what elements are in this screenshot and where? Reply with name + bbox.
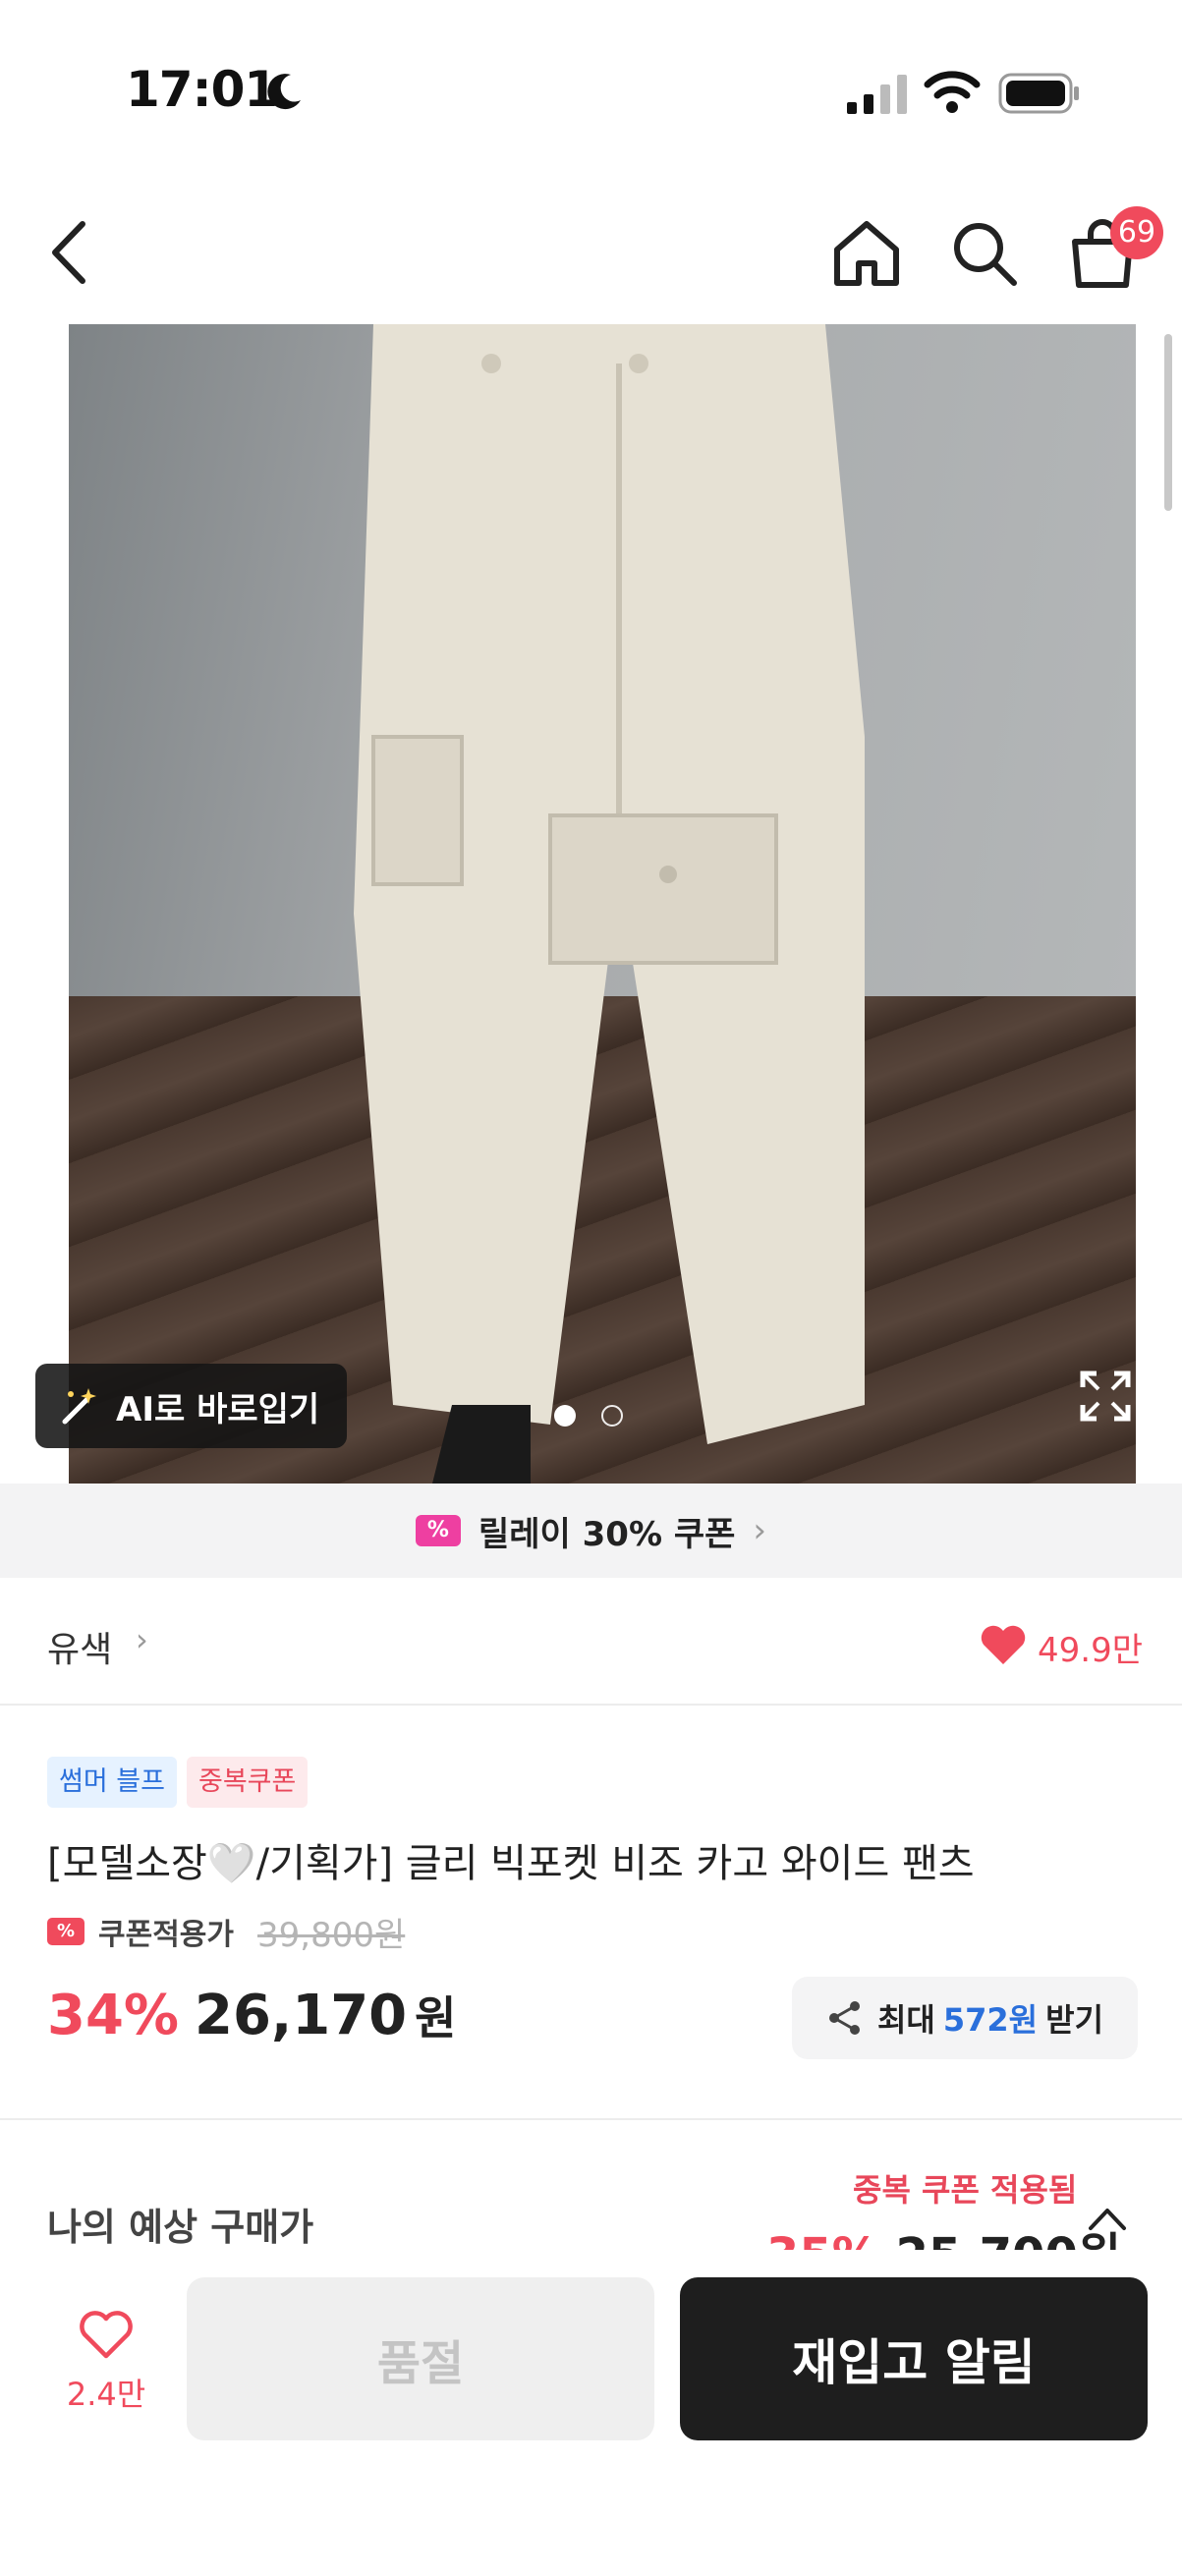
discount-rate: 34% (47, 1984, 180, 2047)
price-row: 34% 26,170 원 (47, 1983, 456, 2051)
share-amount: 572원 (942, 2001, 1039, 2039)
heart-filled-icon[interactable] (979, 1623, 1028, 1666)
coupon-banner-label: 릴레이 30% 쿠폰 (478, 1514, 736, 1554)
expected-discount: 35% (766, 2228, 879, 2250)
currency-unit: 원 (415, 1991, 457, 2044)
coupon-price-label: 쿠폰적용가 (98, 1918, 234, 1952)
search-icon[interactable] (945, 214, 1024, 293)
back-icon[interactable] (45, 218, 94, 287)
restock-alert-button[interactable]: 재입고 알림 (680, 2277, 1148, 2440)
heart-outline-icon (80, 2311, 133, 2359)
chevron-up-icon[interactable] (1087, 2205, 1128, 2232)
tag-summer-black-friday: 썸머 블프 (47, 1757, 177, 1808)
tag-duplicate-coupon: 중복쿠폰 (187, 1757, 309, 1808)
magic-wand-icon (62, 1388, 96, 1425)
expected-price-label: 나의 예상 구매가 (47, 2206, 314, 2249)
status-time: 17:01 (126, 61, 278, 118)
original-price: 39,800원 (257, 1915, 406, 1955)
coupon-ticket-text: % (426, 1518, 449, 1542)
share-reward-button[interactable]: 최대 572원 받기 (792, 1977, 1138, 2059)
expected-price: 35% 25,700원 (766, 2216, 1121, 2250)
pagination-dot-1[interactable] (554, 1405, 576, 1427)
relay-coupon-banner[interactable]: % 릴레이 30% 쿠폰 › (0, 1484, 1182, 1578)
expand-fullscreen-icon[interactable] (1079, 1370, 1132, 1423)
moon-icon (267, 74, 301, 110)
cart-count-badge: 69 (1110, 206, 1163, 259)
image-pagination (554, 1405, 623, 1427)
bottom-action-bar: 2.4만 품절 재입고 알림 (0, 2250, 1182, 2576)
product-photo-pants (354, 324, 865, 1484)
brand-like-count: 49.9만 (1038, 1631, 1143, 1670)
chevron-right-icon: › (136, 1621, 148, 1658)
share-suffix: 받기 (1045, 2001, 1104, 2039)
section-divider (0, 2118, 1182, 2120)
product-image[interactable] (69, 324, 1136, 1484)
share-icon (828, 2001, 860, 2035)
sold-out-button[interactable]: 품절 (187, 2277, 654, 2440)
ai-try-on-button[interactable]: AI로 바로입기 (35, 1364, 348, 1448)
battery-icon (998, 73, 1079, 114)
wifi-icon (924, 71, 981, 113)
sale-price: 26,170 (195, 1984, 408, 2047)
wishlist-button[interactable]: 2.4만 (47, 2311, 165, 2415)
status-bar: 17:01 (0, 0, 1182, 187)
pagination-dot-2[interactable] (601, 1405, 623, 1427)
ai-try-on-label: AI로 바로입기 (116, 1389, 320, 1429)
home-icon[interactable] (827, 214, 906, 293)
brand-row: 유색 › 49.9만 (0, 1578, 1182, 1706)
share-prefix: 최대 (876, 2001, 935, 2039)
coupon-price-row: % 쿠폰적용가 39,800원 (47, 1910, 406, 1955)
chevron-right-icon: › (753, 1511, 767, 1550)
image-scrollbar[interactable] (1164, 334, 1172, 511)
wishlist-count: 2.4만 (66, 2376, 146, 2413)
brand-name-link[interactable]: 유색 (47, 1621, 112, 1672)
product-title: [모델소장🤍/기획가] 글리 빅포켓 비조 카고 와이드 팬츠 (47, 1841, 975, 1886)
duplicate-coupon-applied: 중복 쿠폰 적용됨 (853, 2171, 1078, 2209)
coupon-ticket-icon: % (47, 1918, 84, 1945)
coupon-ticket-icon: % (415, 1515, 461, 1546)
cellular-signal-icon (847, 75, 907, 114)
